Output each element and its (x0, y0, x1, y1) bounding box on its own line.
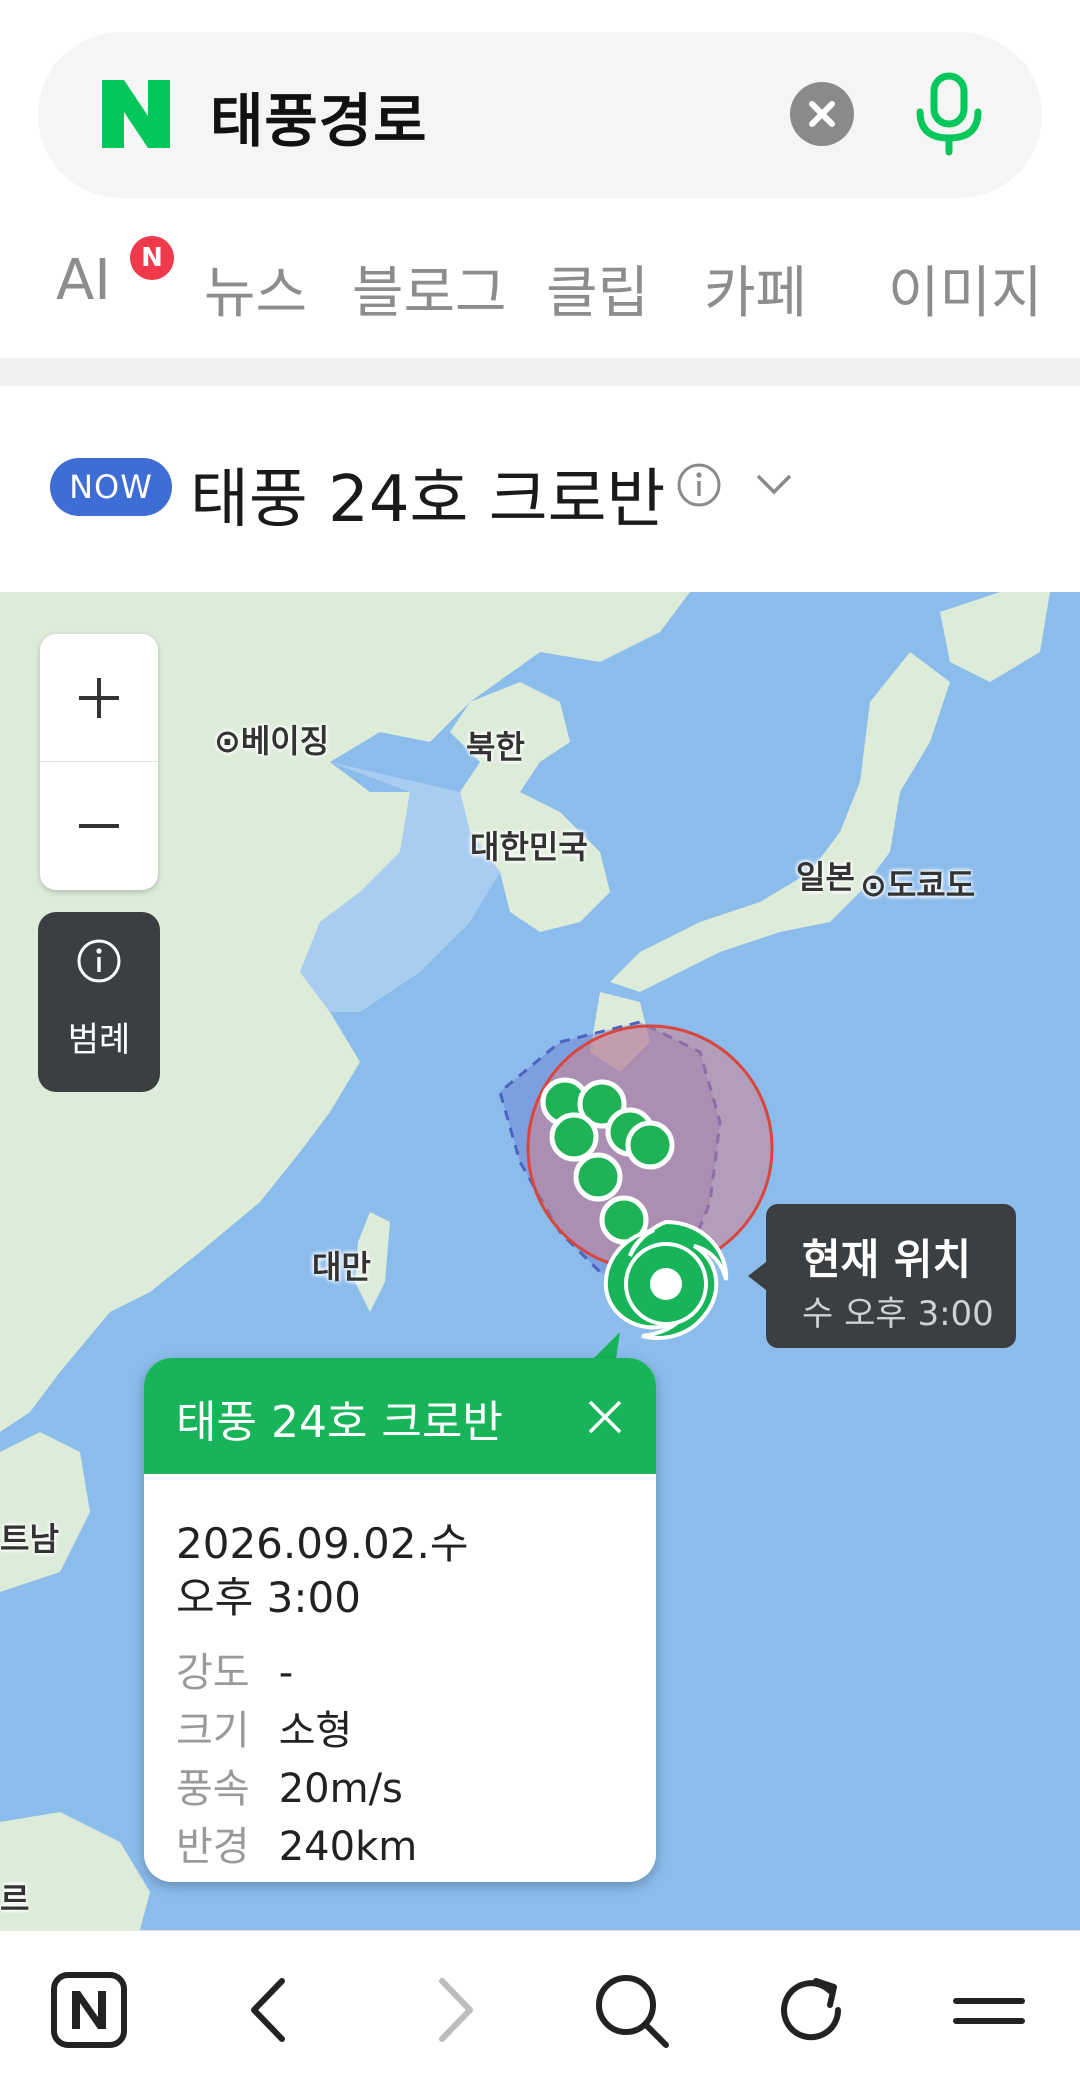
stat-label: 풍속 (176, 1766, 250, 1812)
tab-images[interactable]: 이미지 (888, 248, 1043, 329)
microphone-icon[interactable] (904, 68, 994, 158)
tab-blog[interactable]: 블로그 (352, 248, 507, 329)
stat-value: 소형 (278, 1708, 353, 1754)
search-bar[interactable]: 태풍경로 (38, 32, 1042, 198)
now-badge: NOW (50, 458, 172, 516)
back-arrow-icon[interactable] (228, 1967, 314, 2053)
stat-label: 크기 (176, 1708, 250, 1754)
naver-home-icon[interactable] (46, 1967, 132, 2053)
clear-search-button[interactable] (790, 82, 854, 146)
section-divider (0, 358, 1080, 386)
stat-value: - (278, 1650, 294, 1696)
tab-news[interactable]: 뉴스 (204, 248, 307, 329)
stat-label: 반경 (176, 1824, 250, 1870)
tab-clip[interactable]: 클립 (546, 248, 649, 329)
place-edge-label: 르 (0, 1880, 30, 1918)
current-position-time: 수 오후 3:00 (802, 1294, 994, 1334)
typhoon-map[interactable]: ⊙베이징 북한 대한민국 일본 ⊙도쿄도 대만 트남 르 범례 현재 위치 수 … (0, 592, 1080, 1930)
city-dot-icon: ⊙ (860, 866, 887, 904)
stat-row-intensity: 강도 - (176, 1640, 293, 1698)
info-icon (77, 939, 121, 983)
popup-time: 오후 3:00 (176, 1573, 361, 1622)
place-tokyo: ⊙도쿄도 (860, 860, 975, 906)
typhoon-title: 태풍 24호 크로반 (190, 463, 666, 537)
search-input[interactable]: 태풍경로 (210, 74, 427, 158)
tooltip-arrow (748, 1262, 766, 1290)
zoom-in-button[interactable] (40, 634, 158, 762)
stat-row-size: 크기 소형 (176, 1698, 352, 1756)
typhoon-info-popup: 태풍 24호 크로반 2026.09.02.수 오후 3:00 강도 - 크기 … (144, 1358, 656, 1882)
stat-row-wind-speed: 풍속 20m/s (176, 1756, 403, 1814)
close-icon[interactable] (582, 1394, 628, 1440)
forward-arrow-icon[interactable] (410, 1967, 496, 2053)
info-icon[interactable] (676, 462, 722, 508)
current-position-tooltip[interactable]: 현재 위치 수 오후 3:00 (748, 1204, 1016, 1348)
tab-label: AI (56, 248, 111, 313)
place-beijing: ⊙베이징 (214, 716, 329, 762)
zoom-controls (40, 634, 158, 890)
place-taiwan: 대만 (312, 1248, 371, 1286)
place-label: 도쿄도 (886, 866, 976, 904)
menu-icon[interactable] (946, 1967, 1032, 2053)
stat-row-radius: 반경 240km (176, 1814, 417, 1872)
minus-icon (79, 824, 119, 828)
tab-ai[interactable]: AI (56, 248, 111, 313)
search-icon[interactable] (588, 1967, 674, 2053)
refresh-icon[interactable] (768, 1967, 854, 2053)
place-north-korea: 북한 (466, 728, 525, 766)
naver-logo-icon[interactable] (98, 76, 174, 152)
tab-cafe[interactable]: 카페 (704, 248, 807, 329)
zoom-out-button[interactable] (40, 762, 158, 890)
new-badge: N (130, 236, 174, 280)
current-position-title: 현재 위치 (802, 1235, 972, 1284)
plus-icon (79, 678, 119, 718)
close-icon (809, 101, 835, 127)
place-south-korea: 대한민국 (470, 828, 588, 866)
place-japan: 일본 (796, 858, 855, 896)
bottom-navigation (0, 1930, 1080, 2090)
popup-title: 태풍 24호 크로반 (176, 1397, 503, 1448)
popup-date: 2026.09.02.수 (176, 1519, 469, 1568)
legend-label: 범례 (67, 1020, 131, 1060)
chevron-down-icon[interactable] (752, 466, 796, 502)
popup-header: 태풍 24호 크로반 (144, 1358, 656, 1474)
place-vietnam: 트남 (0, 1520, 59, 1558)
stat-value: 240km (278, 1824, 418, 1870)
stat-value: 20m/s (278, 1766, 403, 1812)
search-tabs: AI N 뉴스 블로그 클립 카페 이미지 (0, 228, 1080, 353)
legend-button[interactable]: 범례 (38, 912, 160, 1092)
stat-label: 강도 (176, 1650, 250, 1696)
place-label: 베이징 (240, 722, 330, 760)
city-dot-icon: ⊙ (214, 722, 241, 760)
